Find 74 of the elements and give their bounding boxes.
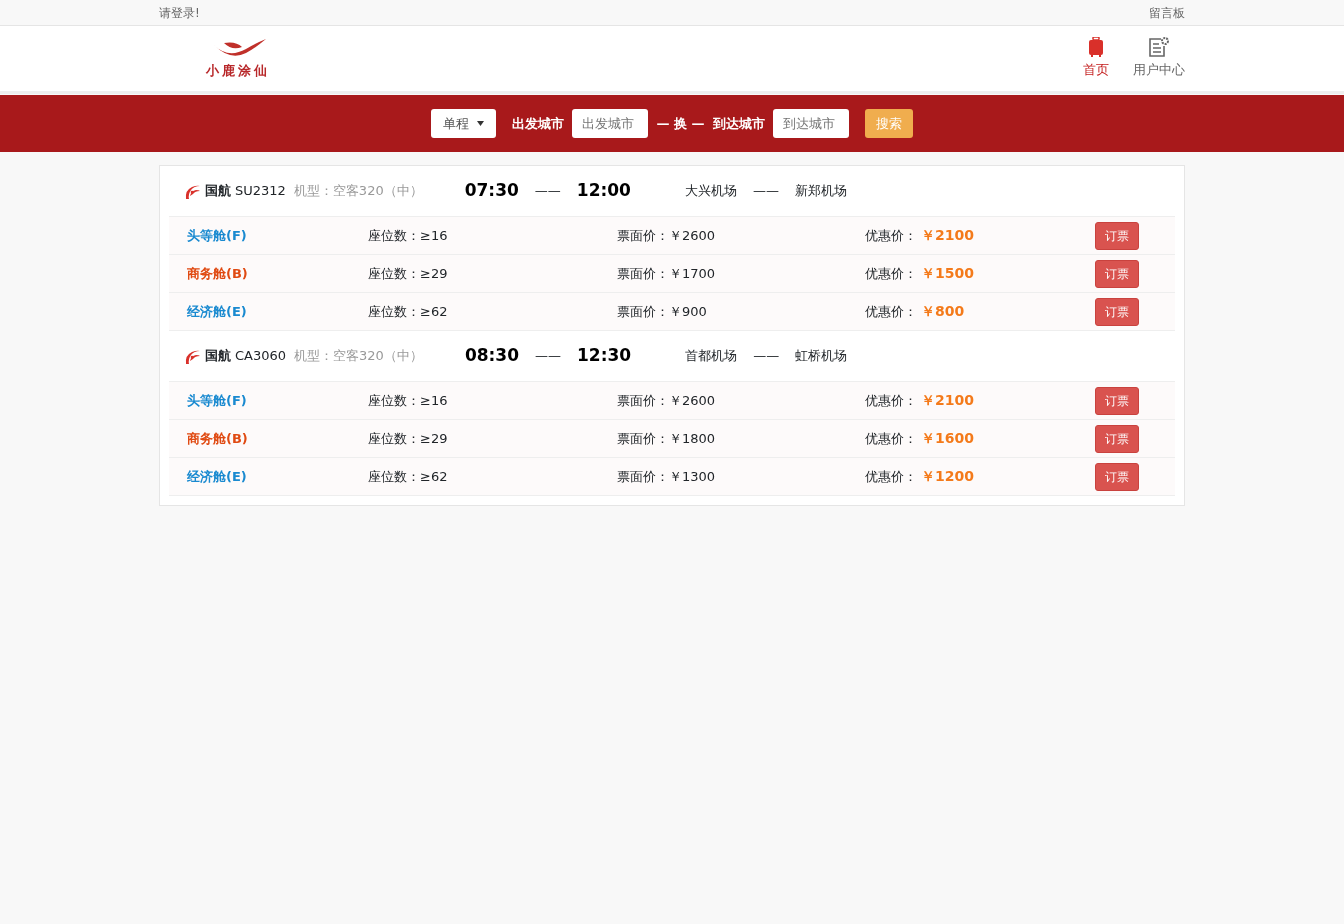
discount-label: 优惠价： (865, 302, 917, 321)
book-button[interactable]: 订票 (1095, 386, 1139, 415)
seat-count: 座位数：≥29 (368, 264, 449, 283)
flight-number: SU2312 (235, 182, 286, 201)
fare-label: 票面价： (617, 391, 669, 410)
caret-icon (477, 121, 485, 126)
book-button[interactable]: 订票 (1095, 221, 1139, 250)
discount-price: ￥1600 (921, 429, 974, 448)
seat-count: 座位数：≥29 (368, 429, 449, 448)
book-button[interactable]: 订票 (1095, 462, 1139, 491)
seat-count: 座位数：≥62 (368, 302, 449, 321)
fare-label: 票面价： (617, 302, 669, 321)
fare-label: 票面价： (617, 429, 669, 448)
aircraft-type: 机型：空客320（中） (294, 347, 423, 366)
discount-label: 优惠价： (865, 467, 917, 486)
trip-type-select[interactable]: 单程 (431, 109, 497, 138)
nav-item[interactable]: 用户中心 (1133, 37, 1185, 80)
arrival-time: 12:30 (577, 344, 632, 368)
seat-count: 座位数：≥16 (368, 391, 449, 410)
seat-count: 座位数：≥62 (368, 467, 449, 486)
guestbook-link[interactable]: 留言板 (1149, 3, 1185, 22)
arrival-airport: 虹桥机场 (795, 347, 848, 366)
airline-name: 国航 (205, 183, 231, 199)
airline-name: 国航 (205, 348, 231, 364)
cabin-class: 商务舱(B) (186, 264, 249, 283)
dash: —— (752, 182, 779, 201)
book-button[interactable]: 订票 (1095, 424, 1139, 453)
arrival-time: 12:00 (576, 179, 631, 203)
discount-price: ￥800 (921, 302, 965, 321)
dash: —— (535, 347, 561, 366)
arrival-airport: 新郑机场 (794, 182, 847, 201)
departure-city-field[interactable]: 出发城市 (572, 109, 649, 138)
fare-price: ￥1700 (669, 264, 716, 283)
document-gear-icon (1148, 37, 1170, 58)
arrival-city-label: 到达城市 (712, 114, 765, 133)
departure-time: 07:30 (464, 179, 519, 203)
nav-item[interactable]: 首页 (1083, 37, 1109, 80)
arrival-city-field[interactable]: 到达城市 (772, 109, 849, 138)
fare-label: 票面价： (617, 264, 669, 283)
suitcase-icon (1089, 37, 1103, 58)
fare-price: ￥900 (669, 302, 707, 321)
fare-price: ￥2600 (669, 226, 716, 245)
discount-price: ￥1200 (921, 467, 974, 486)
cabin-class: 经济舱(E) (186, 302, 248, 321)
aircraft-type: 机型：空客320（中） (293, 182, 423, 201)
cabin-class: 经济舱(E) (186, 467, 248, 486)
discount-label: 优惠价： (865, 226, 917, 245)
flight-number: CA3060 (235, 347, 287, 366)
departure-time: 08:30 (464, 344, 519, 368)
cabin-class: 头等舱(F) (186, 391, 248, 410)
departure-city-label: 出发城市 (512, 114, 565, 133)
discount-price: ￥1500 (921, 264, 974, 283)
book-button[interactable]: 订票 (1095, 297, 1139, 326)
fare-price: ￥1300 (669, 467, 716, 486)
dash: —— (753, 347, 780, 366)
login-link[interactable]: 请登录! (159, 3, 200, 22)
discount-label: 优惠价： (865, 391, 917, 410)
fare-price: ￥1800 (669, 429, 716, 448)
departure-airport: 大兴机场 (684, 182, 737, 201)
discount-price: ￥2100 (921, 391, 974, 410)
seat-count: 座位数：≥16 (368, 226, 449, 245)
cabin-class: 商务舱(B) (186, 429, 249, 448)
cabin-class: 头等舱(F) (186, 226, 248, 245)
fare-label: 票面价： (617, 226, 669, 245)
fare-label: 票面价： (617, 467, 669, 486)
logo[interactable]: 小鹿涂仙 (183, 36, 293, 81)
swap-link[interactable]: — 换 — (656, 113, 705, 134)
departure-airport: 首都机场 (685, 347, 738, 366)
dash: —— (534, 182, 561, 201)
book-button[interactable]: 订票 (1095, 259, 1139, 288)
fare-price: ￥2600 (669, 391, 716, 410)
discount-price: ￥2100 (921, 226, 974, 245)
discount-label: 优惠价： (865, 429, 917, 448)
discount-label: 优惠价： (865, 264, 917, 283)
